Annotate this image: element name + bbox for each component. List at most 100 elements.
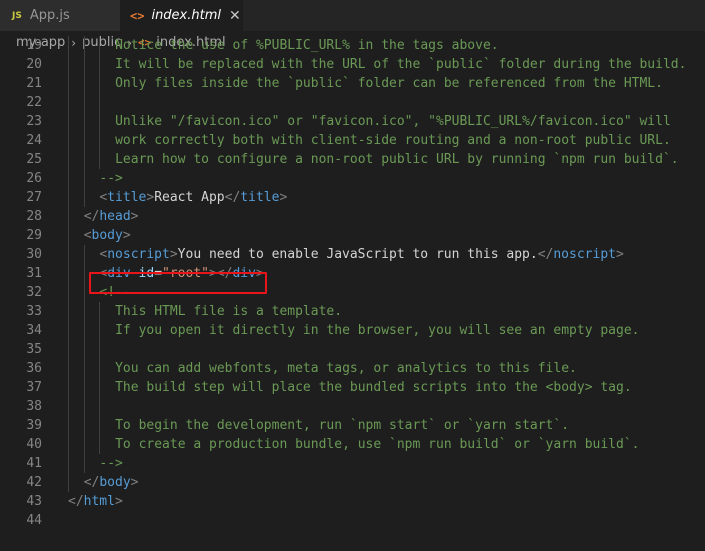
line-number: 33 (26, 304, 42, 319)
code-line[interactable]: 20 It will be replaced with the URL of th… (0, 55, 705, 74)
indent-guide (68, 112, 69, 131)
code-text: The build step will place the bundled sc… (115, 380, 632, 395)
indent-guide (83, 112, 85, 131)
indent-guide (68, 169, 69, 188)
code-line[interactable]: 22 (0, 93, 705, 112)
indent-guide (83, 340, 85, 359)
line-number: 26 (26, 171, 42, 186)
line-number: 30 (26, 247, 42, 262)
code-line[interactable]: 30 <noscript>You need to enable JavaScrip… (0, 245, 705, 264)
indent-guide (68, 74, 69, 93)
line-number: 31 (26, 266, 42, 281)
indent-guide (99, 74, 101, 93)
indent-guide (99, 378, 101, 397)
code-text: Only files inside the `public` folder ca… (115, 76, 663, 91)
indent-guide (83, 416, 85, 435)
indent-guide (68, 454, 69, 473)
code-line[interactable]: 39 To begin the development, run `npm sta… (0, 416, 705, 435)
line-number: 25 (26, 152, 42, 167)
code-line[interactable]: 40 To create a production bundle, use `np… (0, 435, 705, 454)
indent-guide (83, 188, 85, 207)
code-line[interactable]: 29 <body> (0, 226, 705, 245)
indent-guide (68, 131, 69, 150)
indent-guide (83, 283, 85, 302)
code-text: --> (99, 171, 123, 186)
code-line[interactable]: 38 (0, 397, 705, 416)
indent-guide (83, 264, 85, 283)
code-line[interactable]: 28 </head> (0, 207, 705, 226)
line-number: 43 (26, 494, 42, 509)
indent-guide (99, 36, 101, 55)
code-line[interactable]: 44 (0, 511, 705, 530)
code-line[interactable]: 26 --> (0, 169, 705, 188)
tab-label: App.js (29, 8, 70, 23)
code-line[interactable]: 21 Only files inside the `public` folder … (0, 74, 705, 93)
javascript-file-icon: JS (12, 10, 22, 21)
code-text: </head> (83, 209, 139, 224)
indent-guide (68, 55, 69, 74)
indent-guide (68, 207, 69, 226)
tab-app-js[interactable]: JS App.js (0, 0, 120, 31)
indent-guide (68, 36, 69, 55)
code-line[interactable]: 33 This HTML file is a template. (0, 302, 705, 321)
code-text: It will be replaced with the URL of the … (115, 57, 687, 72)
code-text: You can add webfonts, meta tags, or anal… (115, 361, 577, 376)
indent-guide (83, 454, 85, 473)
line-number: 27 (26, 190, 42, 205)
indent-guide (68, 359, 69, 378)
code-line[interactable]: 24 work correctly both with client-side r… (0, 131, 705, 150)
indent-guide (99, 435, 101, 454)
indent-guide (68, 435, 69, 454)
code-line[interactable]: 37 The build step will place the bundled … (0, 378, 705, 397)
line-number: 34 (26, 323, 42, 338)
line-number: 24 (26, 133, 42, 148)
indent-guide (83, 55, 85, 74)
indent-guide (68, 283, 69, 302)
code-text: </html> (68, 494, 123, 509)
indent-guide (99, 302, 101, 321)
code-text: To begin the development, run `npm start… (115, 418, 570, 433)
code-text: Learn how to configure a non-root public… (115, 152, 679, 167)
tab-index-html[interactable]: <> index.html ✕ (120, 0, 243, 31)
indent-guide (83, 169, 85, 188)
line-number: 28 (26, 209, 42, 224)
code-text: --> (99, 456, 123, 471)
line-number: 21 (26, 76, 42, 91)
indent-guide (83, 74, 85, 93)
code-line[interactable]: 36 You can add webfonts, meta tags, or an… (0, 359, 705, 378)
code-line[interactable]: 23 Unlike "/favicon.ico" or "favicon.ico"… (0, 112, 705, 131)
highlight-box (89, 272, 267, 294)
line-number: 35 (26, 342, 42, 357)
indent-guide (68, 150, 69, 169)
code-line[interactable]: 27 <title>React App</title> (0, 188, 705, 207)
indent-guide (99, 340, 101, 359)
indent-guide (83, 397, 85, 416)
line-number: 36 (26, 361, 42, 376)
code-line[interactable]: 19 Notice the use of %PUBLIC_URL% in the … (0, 36, 705, 55)
close-icon[interactable]: ✕ (229, 8, 241, 24)
code-line[interactable]: 35 (0, 340, 705, 359)
code-line[interactable]: 43 </html> (0, 492, 705, 511)
code-text: <body> (83, 228, 131, 243)
indent-guide (99, 397, 101, 416)
line-number: 19 (26, 38, 42, 53)
line-number: 29 (26, 228, 42, 243)
html-file-icon: <> (130, 8, 145, 23)
indent-guide (68, 378, 69, 397)
code-text: To create a production bundle, use `npm … (115, 437, 640, 452)
line-number: 41 (26, 456, 42, 471)
code-text: Notice the use of %PUBLIC_URL% in the ta… (115, 38, 499, 53)
code-text: If you open it directly in the browser, … (115, 323, 640, 338)
code-line[interactable]: 34 If you open it directly in the browser… (0, 321, 705, 340)
indent-guide (99, 93, 101, 112)
line-number: 40 (26, 437, 42, 452)
indent-guide (68, 397, 69, 416)
indent-guide (99, 359, 101, 378)
code-text: This HTML file is a template. (115, 304, 343, 319)
code-line[interactable]: 42 </body> (0, 473, 705, 492)
code-line[interactable]: 41 --> (0, 454, 705, 473)
indent-guide (83, 245, 85, 264)
code-line[interactable]: 25 Learn how to configure a non-root publ… (0, 150, 705, 169)
indent-guide (99, 321, 101, 340)
indent-guide (68, 93, 69, 112)
